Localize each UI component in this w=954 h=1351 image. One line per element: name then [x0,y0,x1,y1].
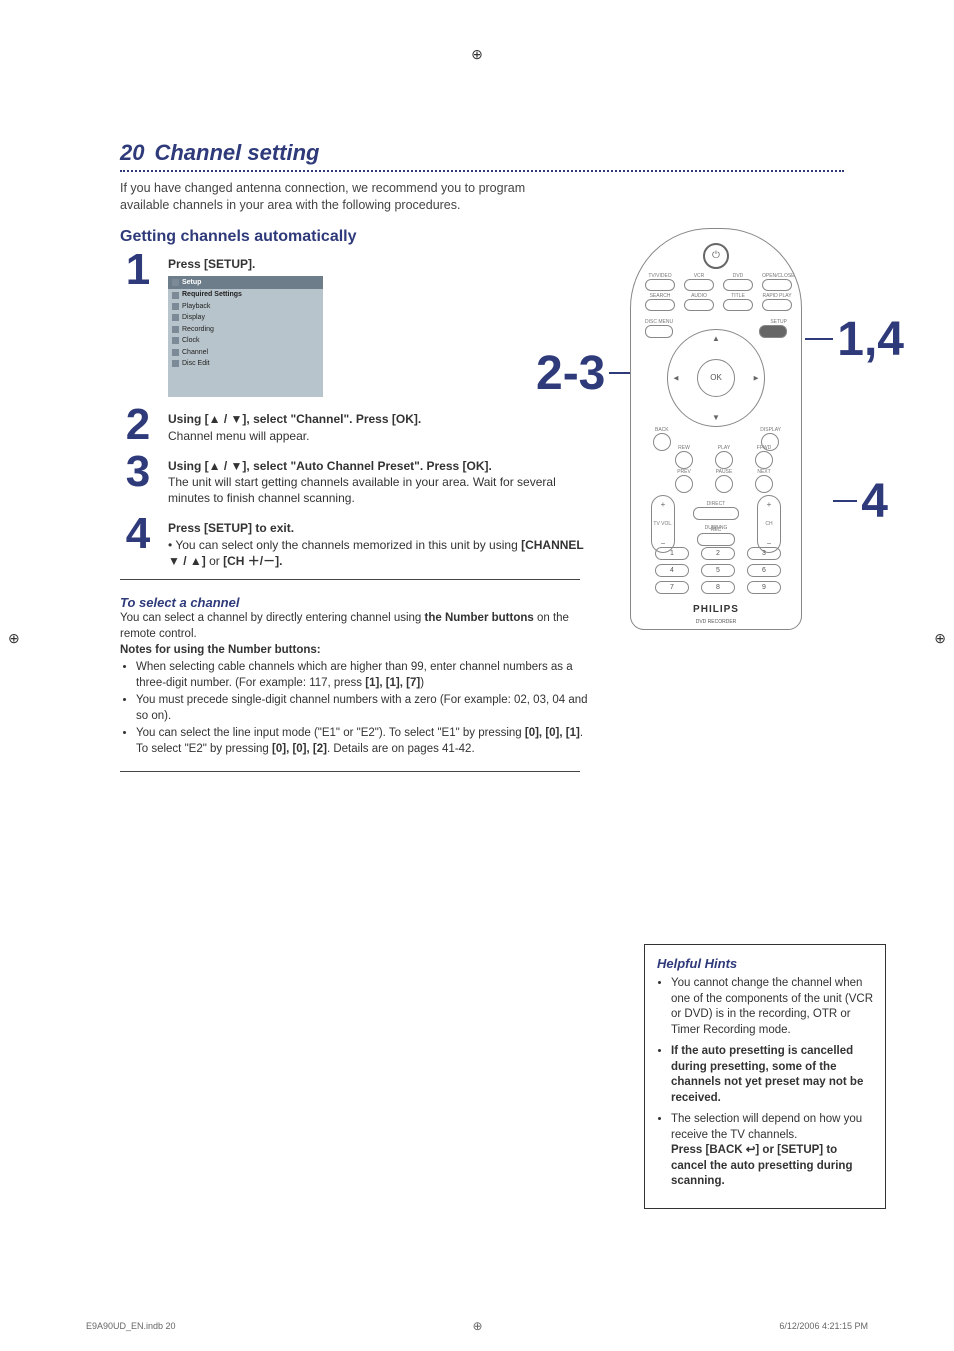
menu-icon [172,303,179,310]
step-instruction: Press [SETUP] to exit. [168,521,294,535]
step-2: 2 Using [▲ / ▼], select "Channel". Press… [120,407,590,443]
step-number: 2 [120,407,156,443]
ch-rocker: +CH− [757,495,781,553]
list-item: If the auto presetting is cancelled duri… [671,1044,873,1106]
hints-title: Helpful Hints [657,955,873,973]
step-4: 4 Press [SETUP] to exit. • You can selec… [120,516,590,569]
divider [120,771,580,772]
arrow-down-icon: ▼ [712,413,720,422]
list-item: You cannot change the channel when one o… [671,976,873,1038]
step-instruction: Press [SETUP]. [168,256,323,272]
remote-control-diagram: ⏻ TV/VIDEO VCR DVD OPEN/CLOSE SEARCH AUD… [630,228,802,630]
step-key: [CH ＋/－]. [223,554,282,568]
crop-mark-icon: ⊕ [471,46,483,63]
crop-mark-icon: ⊕ [472,1319,482,1333]
menu-icon [172,292,179,299]
channel-select-notes: To select a channel You can select a cha… [120,594,590,765]
list-item: When selecting cable channels which are … [136,660,590,691]
step-detail: Channel menu will appear. [168,429,309,443]
ok-button: OK [697,359,735,397]
footer-left: E9A90UD_EN.indb 20 [86,1321,176,1331]
menu-icon [172,326,179,333]
step-instruction: Using [▲ / ▼], select "Auto Channel Pres… [168,459,492,473]
menu-icon [172,279,179,286]
list-item: You must precede single-digit channel nu… [136,693,590,724]
step-number: 4 [120,516,156,569]
tv-vol-rocker: +TV VOL.− [651,495,675,553]
step-3: 3 Using [▲ / ▼], select "Auto Channel Pr… [120,454,590,507]
device-label: DVD RECORDER [631,619,801,625]
callout-4: 4 [833,474,888,529]
crop-mark-icon: ⊕ [934,630,946,647]
divider [120,170,844,172]
step-number: 3 [120,454,156,507]
list-item: The selection will depend on how you rec… [671,1112,873,1190]
menu-icon [172,314,179,321]
section-title: Channel setting [154,140,319,166]
menu-icon [172,349,179,356]
list-item: You can select the line input mode ("E1"… [136,726,590,757]
number-pad: 1 2 3 4 5 6 7 8 9 [655,547,781,594]
step-1: 1 Press [SETUP]. Setup Required Settings… [120,252,590,398]
step-number: 1 [120,252,156,398]
manual-page: ⊕ ⊕ ⊕ 20 Channel setting If you have cha… [0,0,954,1351]
callout-1-4: 1,4 [805,312,904,367]
arrow-up-icon: ▲ [712,334,720,343]
step-detail: The unit will start getting channels ava… [168,475,556,505]
dpad-ring: OK ▲ ▼ ◄ ► [667,329,765,427]
step-detail: • You can select only the channels memor… [168,538,521,552]
step-detail: or [209,554,223,568]
notes-label: Notes for using the Number buttons: [120,643,590,659]
callout-2-3: 2-3 [536,346,641,401]
divider [120,579,580,580]
notes-title: To select a channel [120,594,590,612]
page-number: 20 [120,140,144,166]
power-icon: ⏻ [703,243,729,269]
page-title: 20 Channel setting [120,140,844,166]
arrow-left-icon: ◄ [672,373,680,382]
osd-setup-menu: Setup Required Settings Playback Display… [168,276,323,398]
step-instruction: Using [▲ / ▼], select "Channel". Press [… [168,412,421,426]
intro-text: If you have changed antenna connection, … [120,180,560,214]
footer-right: 6/12/2006 4:21:15 PM [779,1321,868,1331]
crop-mark-icon: ⊕ [8,630,20,647]
menu-icon [172,360,179,367]
menu-icon [172,337,179,344]
page-footer: E9A90UD_EN.indb 20 ⊕ 6/12/2006 4:21:15 P… [86,1319,868,1333]
brand-label: PHILIPS [631,604,801,615]
helpful-hints-box: Helpful Hints You cannot change the chan… [644,944,886,1209]
arrow-right-icon: ► [752,373,760,382]
